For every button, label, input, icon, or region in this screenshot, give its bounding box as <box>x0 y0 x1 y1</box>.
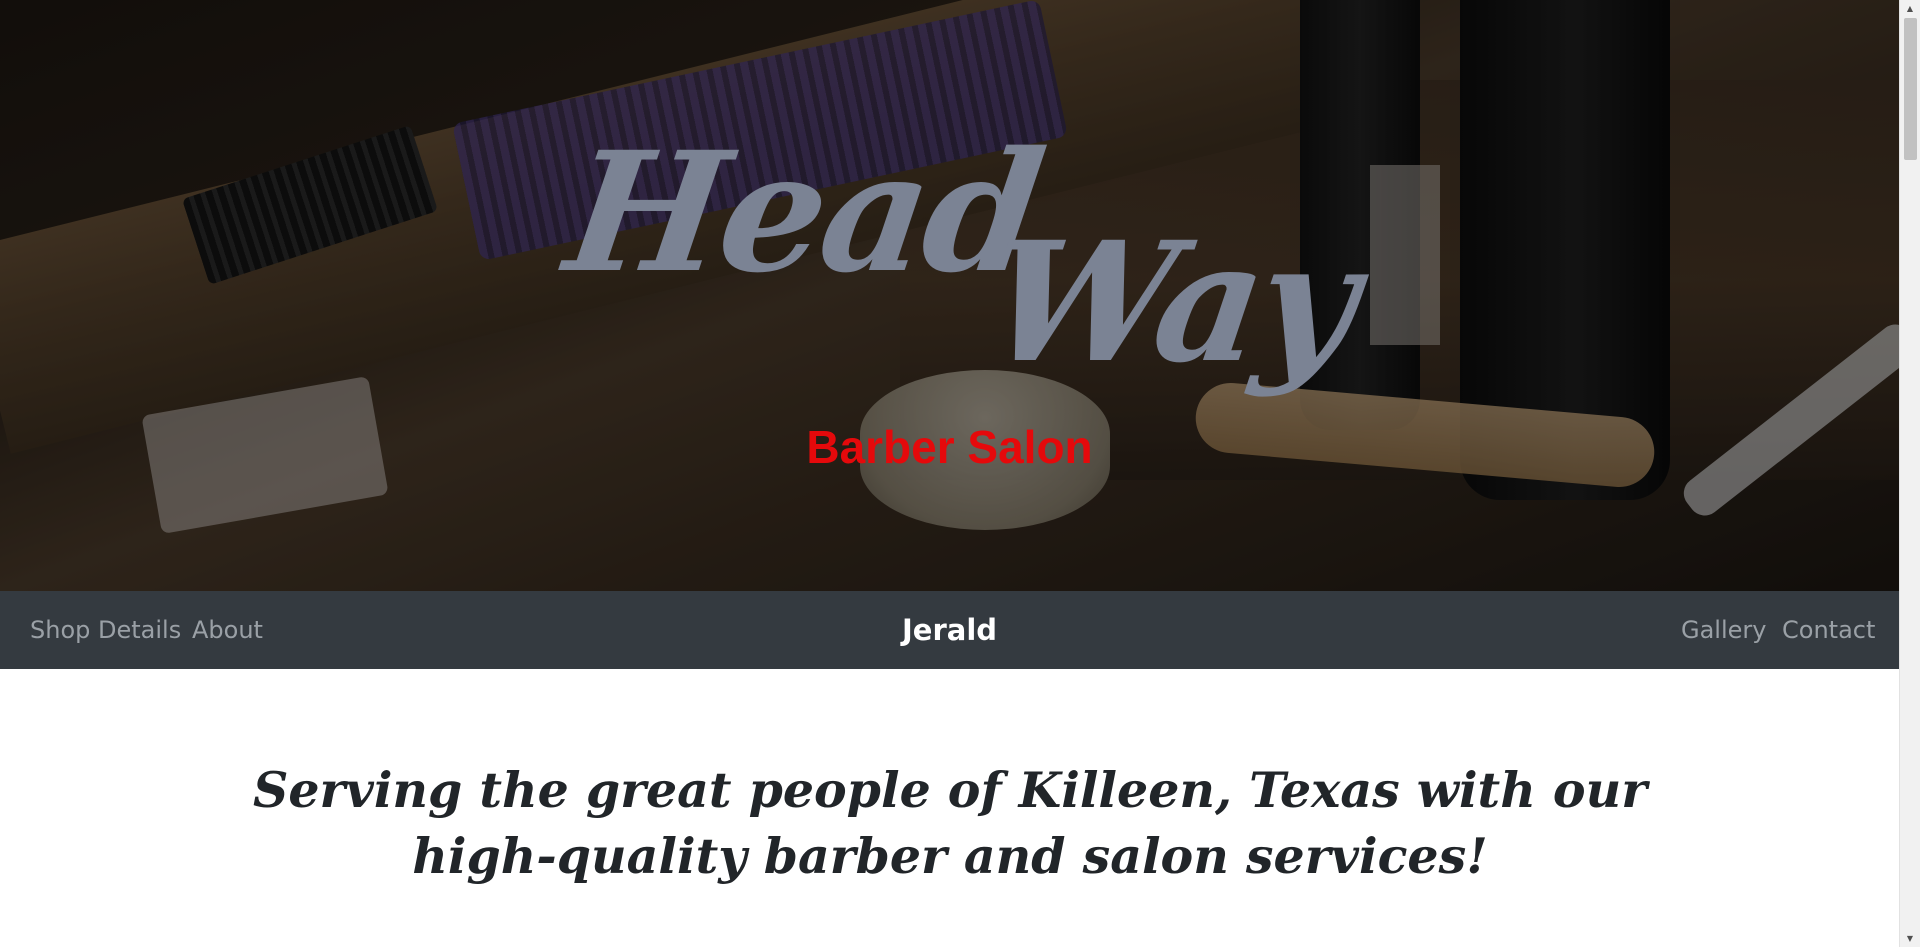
scroll-thumb[interactable] <box>1904 18 1917 160</box>
scroll-down-arrow-icon[interactable]: ▼ <box>1900 930 1920 947</box>
main-navbar: Shop Details About Jerald Gallery Contac… <box>0 591 1899 669</box>
hero-subtitle: Barber Salon <box>806 421 1093 473</box>
navbar-brand[interactable]: Jerald <box>902 613 997 647</box>
nav-link-about[interactable]: About <box>192 591 263 669</box>
hero-banner: Head Way Barber Salon <box>0 0 1899 591</box>
nav-link-contact[interactable]: Contact <box>1782 591 1875 669</box>
nav-link-gallery[interactable]: Gallery <box>1681 591 1766 669</box>
page: Head Way Barber Salon Shop Details About… <box>0 0 1920 947</box>
navbar-brand-container: Jerald <box>0 591 1899 669</box>
page-scrollbar[interactable]: ▲ ▼ <box>1899 0 1920 947</box>
hero-brand-word-head: Head <box>556 115 1051 309</box>
scroll-up-arrow-icon[interactable]: ▲ <box>1900 0 1920 17</box>
tagline-heading: Serving the great people of Killeen, Tex… <box>252 761 1648 885</box>
main-content: Serving the great people of Killeen, Tex… <box>0 669 1899 947</box>
hero-brand-word-way: Way <box>976 205 1366 399</box>
nav-link-shop-details[interactable]: Shop Details <box>30 591 181 669</box>
